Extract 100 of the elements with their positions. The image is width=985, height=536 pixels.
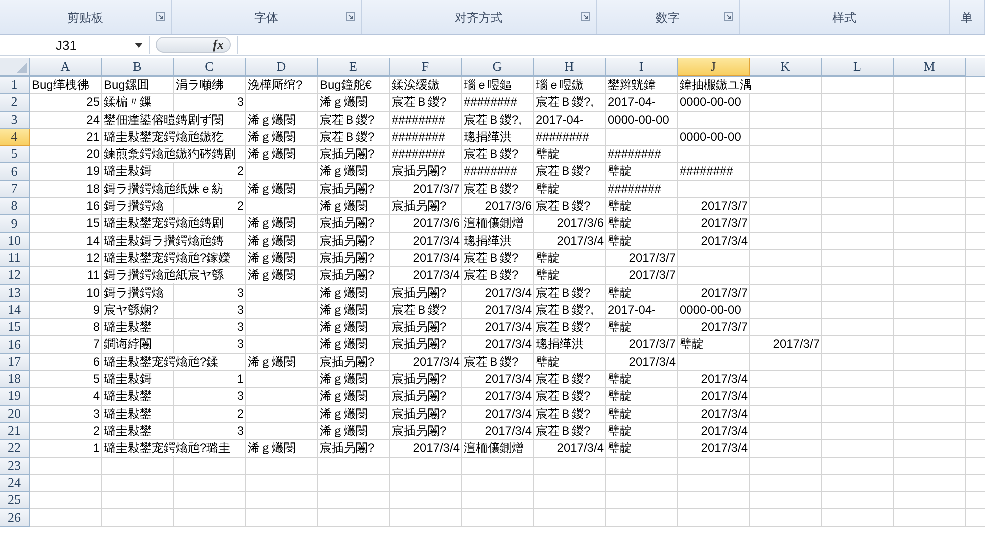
column-header[interactable]: F: [390, 58, 462, 76]
table-cell: 宸插叧闂?: [390, 284, 449, 301]
table-cell: 璧靛: [606, 406, 634, 422]
table-cell: 璧靛: [606, 198, 634, 214]
table-cell: 宸茬Ｂ鍐?: [462, 146, 521, 162]
table-cell-text: 11: [86, 267, 101, 284]
ribbon-group-label: 对齐方式: [455, 10, 503, 26]
table-cell-text: 3: [236, 302, 245, 318]
row-header[interactable]: 14: [0, 302, 30, 320]
table-cell: 浠ｇ爜閿: [246, 232, 298, 249]
column-header[interactable]: E: [318, 58, 390, 76]
table-cell-text: 2017/3/7: [700, 284, 749, 301]
column-header[interactable]: G: [462, 58, 534, 76]
table-cell: 浠ｇ爜閿: [318, 94, 370, 110]
table-cell-text: 25: [86, 94, 101, 110]
column-header[interactable]: C: [174, 58, 246, 76]
table-cell: 璧靛: [534, 180, 562, 197]
column-header[interactable]: H: [534, 58, 606, 76]
dialog-launcher-icon[interactable]: [724, 12, 733, 21]
row-header[interactable]: 24: [0, 474, 30, 492]
table-cell: 鎶ラ攢鍔熻: [102, 284, 166, 301]
table-cell-text: 2017/3/4: [628, 354, 677, 370]
row-header[interactable]: 13: [0, 284, 30, 302]
row-header[interactable]: 19: [0, 388, 30, 406]
table-cell-text: 2: [236, 198, 245, 214]
table-cell-text: 21: [86, 128, 101, 145]
table-cell-text: 9: [92, 302, 101, 318]
dialog-launcher-icon[interactable]: [581, 12, 590, 21]
column-header[interactable]: I: [606, 58, 678, 76]
table-cell: 璁捐缂洪: [534, 336, 586, 352]
row-header[interactable]: 9: [0, 215, 30, 233]
row-header[interactable]: 3: [0, 112, 30, 129]
table-cell-text: 19: [86, 163, 101, 180]
row-header[interactable]: 15: [0, 319, 30, 336]
column-header[interactable]: J: [678, 58, 750, 76]
row-header[interactable]: 5: [0, 146, 30, 164]
table-cell: 璧靛: [534, 267, 562, 284]
row-header[interactable]: 2: [0, 94, 30, 112]
table-cell-text: 2017/3/4: [412, 250, 461, 266]
row-header[interactable]: 4: [0, 128, 30, 146]
name-box[interactable]: J31: [0, 36, 150, 54]
row-header[interactable]: 22: [0, 440, 30, 458]
column-header[interactable]: K: [750, 58, 822, 76]
row-header[interactable]: 20: [0, 406, 30, 423]
ribbon-group-label: 字体: [254, 10, 278, 26]
table-cell: 鍏抽棴鏃ユ湡: [678, 77, 754, 93]
ribbon-group-label: 剪贴板: [68, 10, 104, 26]
column-header[interactable]: D: [246, 58, 318, 76]
table-cell-text: 2017/3/7: [412, 180, 461, 197]
row-header[interactable]: 1: [0, 77, 30, 94]
table-cell-text: 2017/3/4: [412, 354, 461, 370]
table-cell-text: 2017/3/7: [628, 336, 677, 352]
caret-icon[interactable]: [135, 42, 143, 48]
column-header[interactable]: A: [30, 58, 102, 76]
column-header[interactable]: L: [822, 58, 894, 76]
column-header[interactable]: B: [102, 58, 174, 76]
table-cell: 璐圭敤鎶: [102, 371, 154, 388]
column-header[interactable]: M: [894, 58, 966, 76]
table-cell: 浠ｇ爜閿: [246, 112, 298, 128]
table-cell: 浠ｇ爜閿: [318, 302, 370, 318]
table-cell: 璧靛: [606, 284, 634, 301]
table-cell: 璐圭敤鐢: [102, 406, 154, 422]
table-cell-text: 2017/3/4: [484, 422, 533, 439]
table-cell-text: 18: [86, 180, 101, 197]
row-header[interactable]: 25: [0, 492, 30, 510]
table-cell: 璧靛: [534, 354, 562, 370]
table-cell-text: 2017/3/4: [412, 267, 461, 284]
dialog-launcher-icon[interactable]: [346, 12, 355, 21]
table-cell: 澶栭儴鍘熷: [462, 440, 526, 456]
row-header[interactable]: 17: [0, 354, 30, 372]
row-header[interactable]: 12: [0, 267, 30, 285]
insert-function-button[interactable]: fx: [213, 37, 224, 53]
table-cell: 宸插叧闂?: [318, 267, 377, 284]
table-cell: 宸插叧闂?: [390, 388, 449, 404]
row-header[interactable]: 23: [0, 458, 30, 475]
dialog-launcher-icon[interactable]: [156, 12, 165, 21]
table-cell: 宸插叧闂?: [318, 250, 377, 266]
table-cell-text: 2017/3/4: [412, 440, 461, 456]
row-header[interactable]: 8: [0, 198, 30, 216]
row-header[interactable]: 6: [0, 163, 30, 181]
row-header[interactable]: 10: [0, 232, 30, 250]
table-cell: 宸插叧闂?: [318, 215, 377, 232]
row-header[interactable]: 26: [0, 509, 30, 527]
row-header[interactable]: 11: [0, 250, 30, 268]
table-cell: 宸插叧闂?: [390, 198, 449, 214]
table-cell: 璐圭敤鐢: [102, 422, 154, 439]
table-cell-text: 2: [236, 163, 245, 180]
table-cell: Bug鐘舵€: [318, 77, 374, 93]
row-header[interactable]: 7: [0, 180, 30, 198]
table-cell: 宸插叧闂?: [318, 180, 377, 197]
table-cell: 宸茬Ｂ鍐?: [462, 180, 521, 197]
table-cell-text: 2017/3/4: [700, 371, 749, 388]
row-header[interactable]: 16: [0, 336, 30, 354]
table-cell: 鎶ラ攢鍔熻兘纸姝ｅ紡: [102, 180, 226, 197]
table-cell-text: 3: [236, 284, 245, 301]
row-header[interactable]: 21: [0, 422, 30, 440]
formula-bar-handle[interactable]: fx: [156, 37, 231, 53]
row-header[interactable]: 18: [0, 371, 30, 388]
table-cell: 宸茬Ｂ鍐?: [462, 267, 521, 284]
table-cell-text: 2017/3/6: [412, 215, 461, 232]
